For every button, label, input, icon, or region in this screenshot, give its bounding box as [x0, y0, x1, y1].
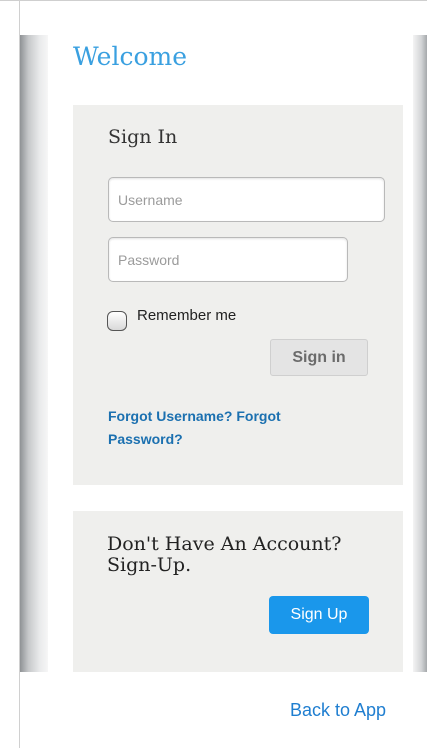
forgot-credentials-link[interactable]: Forgot Username? Forgot Password? — [108, 405, 338, 451]
remember-me-label[interactable]: Remember me — [137, 307, 236, 324]
signup-title: Don't Have An Account? Sign-Up. — [107, 533, 342, 576]
right-shadow-bar — [413, 35, 427, 672]
password-input[interactable] — [108, 237, 348, 282]
left-shadow-bar — [20, 35, 48, 672]
back-to-app-link[interactable]: Back to App — [290, 700, 386, 721]
sign-up-button[interactable]: Sign Up — [269, 596, 369, 634]
username-input[interactable] — [108, 177, 385, 222]
sign-in-button[interactable]: Sign in — [270, 339, 368, 376]
page-title: Welcome — [73, 42, 188, 71]
signin-title: Sign In — [108, 126, 178, 148]
remember-me-checkbox[interactable] — [107, 311, 127, 331]
